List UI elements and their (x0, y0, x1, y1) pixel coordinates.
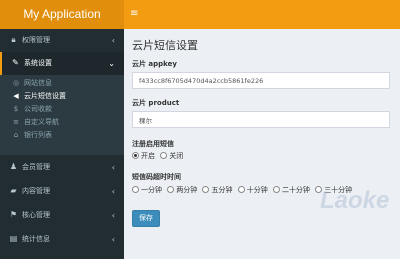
radio-button[interactable] (160, 152, 168, 159)
file-icon: ▤ (9, 234, 18, 243)
submenu-item-label: 网站信息 (24, 79, 52, 87)
appkey-input[interactable] (132, 72, 390, 89)
sidebar-item-label: 统计信息 (22, 235, 50, 243)
register-sms-radio-group: 开启 关闭 (132, 151, 186, 162)
register-sms-label: 注册启用短信 (132, 140, 174, 148)
radio-button[interactable] (202, 186, 210, 193)
timeout-label: 短信码超时时间 (132, 173, 181, 181)
radio-option-enable[interactable]: 开启 (132, 151, 155, 161)
product-label: 云片 product (132, 99, 180, 107)
app-logo[interactable]: My Application (0, 0, 124, 29)
radio-label: 关闭 (169, 152, 184, 160)
top-navbar: ≡ (124, 0, 400, 29)
radio-button[interactable] (132, 186, 139, 193)
submenu-item-label: 云片短信设置 (24, 92, 66, 100)
list-icon: ≡ (13, 118, 19, 126)
chevron-left-icon: ‹ (111, 235, 115, 244)
chevron-left-icon: ‹ (111, 187, 115, 196)
sidebar-item-label: 核心管理 (22, 211, 50, 219)
page-title: 云片短信设置 (132, 39, 198, 52)
sidebar: 🔒︎ 权限管理 ‹ ✎ 系统设置 ⌄ ◎ 网站信息 ◀ 云片短信设置 $ 公司收… (0, 29, 124, 259)
wrench-icon: ✎ (12, 58, 19, 67)
submenu-item-label: 自定义导航 (24, 118, 59, 126)
app-title: My Application (23, 7, 101, 21)
submenu-item-company-payment[interactable]: $ 公司收款 (0, 103, 124, 116)
radio-label: 一分钟 (141, 186, 162, 194)
submenu-item-label: 银行列表 (24, 131, 52, 139)
radio-label: 开启 (141, 152, 155, 160)
save-button[interactable]: 保存 (132, 210, 160, 227)
sidebar-item-label: 系统设置 (24, 59, 52, 67)
radio-button[interactable] (237, 186, 245, 193)
submenu-item-site-info[interactable]: ◎ 网站信息 (0, 77, 124, 90)
radio-option-10min[interactable]: 十分钟 (237, 185, 268, 195)
chevron-left-icon: ‹ (111, 163, 115, 172)
radio-label: 十分钟 (246, 186, 268, 194)
settings-form: 云片 appkey 云片 product 注册启用短信 开启 关闭 短信码超时时… (130, 54, 394, 259)
submenu-item-bank-list[interactable]: ⌂ 银行列表 (0, 129, 124, 142)
radio-option-5min[interactable]: 五分钟 (202, 185, 232, 195)
users-icon: ♟ (9, 162, 18, 171)
radio-option-1min[interactable]: 一分钟 (132, 185, 162, 195)
circle-icon: ◎ (12, 79, 20, 87)
radio-option-20min[interactable]: 二十分钟 (272, 185, 310, 195)
lock-icon: 🔒︎ (11, 35, 16, 44)
sidebar-item-label: 内容管理 (22, 187, 50, 195)
radio-label: 两分钟 (176, 186, 198, 194)
appkey-label: 云片 appkey (132, 60, 177, 68)
watermark-logo: Laoke (320, 187, 390, 214)
radio-button[interactable] (167, 186, 175, 193)
chevron-left-icon: ‹ (111, 36, 115, 45)
chevron-left-icon: ‹ (111, 211, 115, 220)
sidebar-item-system-settings[interactable]: ✎ 系统设置 ⌄ (0, 52, 124, 75)
main-content: 云片短信设置 云片 appkey 云片 product 注册启用短信 开启 关闭… (124, 29, 400, 259)
submenu-item-label: 公司收款 (24, 105, 52, 113)
radio-label: 五分钟 (211, 186, 233, 194)
radio-button-checked[interactable] (132, 152, 139, 159)
submenu-item-custom-nav[interactable]: ≡ 自定义导航 (0, 116, 124, 129)
bullhorn-icon: ◀ (13, 92, 19, 100)
dollar-icon: $ (13, 105, 19, 113)
sidebar-item-members[interactable]: ♟ 会员管理 ‹ (0, 156, 124, 179)
sidebar-item-label: 会员管理 (22, 163, 50, 171)
sidebar-item-statistics[interactable]: ▤ 统计信息 ‹ (0, 228, 124, 251)
sidebar-item-permissions[interactable]: 🔒︎ 权限管理 ‹ (0, 29, 124, 52)
submenu-item-sms-settings[interactable]: ◀ 云片短信设置 (0, 90, 124, 103)
submenu-system-settings: ◎ 网站信息 ◀ 云片短信设置 $ 公司收款 ≡ 自定义导航 ⌂ 银行列表 (0, 75, 124, 155)
bank-icon: ⌂ (13, 131, 19, 139)
radio-label: 二十分钟 (281, 186, 310, 194)
radio-option-disable[interactable]: 关闭 (160, 151, 183, 161)
product-input[interactable] (132, 111, 390, 128)
sidebar-item-content[interactable]: ▰ 内容管理 ‹ (0, 180, 124, 203)
radio-option-2min[interactable]: 两分钟 (167, 185, 197, 195)
chevron-down-icon: ⌄ (108, 59, 115, 68)
sidebar-item-label: 权限管理 (22, 36, 50, 44)
radio-button[interactable] (272, 186, 280, 193)
folder-icon: ▰ (10, 186, 17, 195)
hamburger-icon[interactable]: ≡ (130, 7, 140, 21)
flag-icon: ⚑ (9, 210, 18, 219)
sidebar-item-core[interactable]: ⚑ 核心管理 ‹ (0, 204, 124, 227)
